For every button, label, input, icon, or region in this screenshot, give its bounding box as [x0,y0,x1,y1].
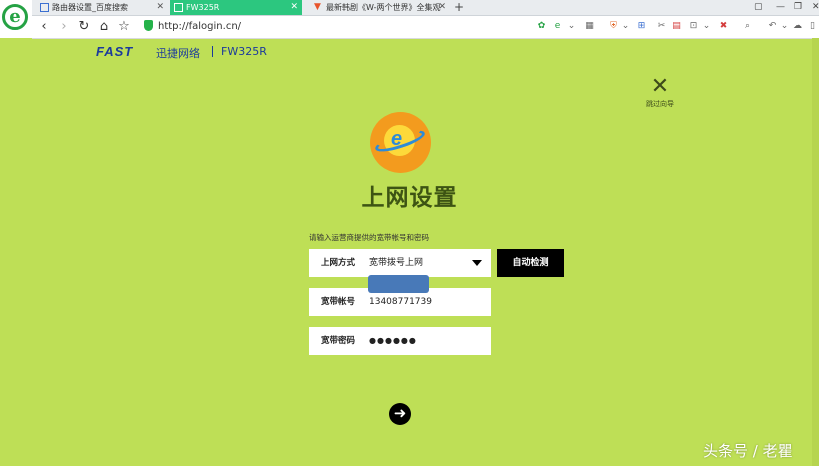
tab-title: 路由器设置_百度搜索 [52,3,128,12]
skip-wizard-button[interactable]: ✕ 跳过向导 [641,76,679,109]
page-icon [40,3,49,12]
page-title: 上网设置 [361,185,458,211]
magnifier-icon[interactable]: ⌕ [742,21,753,32]
tab-title: 最新韩剧《W-两个世界》全集观 [326,3,441,12]
page-icon [174,3,183,12]
nav-toolbar: ‹ › ↻ ⌂ ☆ http://falogin.cn/ ✿ e ⌄ ▦ ⛨ ⌄… [32,16,819,39]
security-shield-icon [144,20,153,31]
pdf-icon[interactable]: ▤ [671,21,682,32]
connection-type-label: 上网方式 [321,258,356,268]
bookmark-icon[interactable]: ⊡ [688,21,699,32]
dropdown-arrow-icon[interactable] [472,260,482,266]
browser-e-icon: e [2,4,28,30]
back-icon[interactable]: ‹ [36,19,52,35]
chevron-down-icon[interactable]: ⌄ [701,21,712,32]
account-label: 宽带帐号 [321,297,356,307]
new-tab-button[interactable]: + [454,0,464,14]
browser-logo: e [0,0,32,38]
password-label: 宽带密码 [321,336,356,346]
url-text[interactable]: http://falogin.cn/ [158,19,241,34]
chevron-down-icon[interactable]: ⌄ [620,21,631,32]
arrow-right-icon: ➜ [393,404,407,422]
brand-logo: FAST [96,44,134,59]
grid-icon[interactable]: ▦ [584,21,595,32]
tab-baidu-search[interactable]: 路由器设置_百度搜索 ✕ [36,0,168,15]
instruction-text: 请输入运营商提供的宽带帐号和密码 [309,233,429,242]
chevron-down-icon[interactable]: ⌄ [779,21,790,32]
phone-icon[interactable]: ▯ [807,21,818,32]
watermark-text: 头条号 / 老瞿 [703,442,793,460]
home-icon[interactable]: ⌂ [96,19,112,35]
e-icon[interactable]: e [552,21,563,32]
window-mode-icon[interactable]: ▢ [754,0,763,15]
scrollbar[interactable] [812,38,819,466]
cloud-icon[interactable]: ☁ [792,21,803,32]
shield-icon[interactable]: ⛨ [608,21,619,32]
refresh-icon[interactable]: ↻ [76,19,92,35]
minimize-icon[interactable]: — [776,0,785,15]
broadband-password-field[interactable]: 宽带密码 ●●●●●● [309,327,491,355]
model-name: FW325R [221,45,267,58]
brand-separator [212,46,213,57]
forward-icon[interactable]: › [56,19,72,35]
next-step-button[interactable]: ➜ [389,403,411,425]
connection-type-select[interactable]: 上网方式 宽带拨号上网 [309,249,491,277]
screenshot-icon[interactable]: ✂ [656,21,667,32]
auto-detect-button[interactable]: 自动检测 [497,249,564,277]
input-tooltip [368,275,429,293]
translate-icon[interactable]: ⊞ [636,21,647,32]
password-input[interactable]: ●●●●●● [369,327,417,355]
skip-wizard-label: 跳过向导 [646,100,674,108]
extension-red-icon[interactable]: ✖ [718,21,729,32]
tab-title: FW325R [186,3,220,12]
tab-close-icon[interactable]: ✕ [156,0,164,15]
brand-name: 迅捷网络 [156,47,200,60]
tab-close-icon[interactable]: ✕ [438,0,446,15]
video-icon: ▼ [314,2,321,12]
extension-icon[interactable]: ✿ [536,21,547,32]
tab-bar: 路由器设置_百度搜索 ✕ FW325R ✕ ▼ 最新韩剧《W-两个世界》全集观 … [32,0,819,16]
close-icon[interactable]: ✕ [641,76,679,98]
chevron-down-icon[interactable]: ⌄ [566,21,577,32]
favorite-star-icon[interactable]: ☆ [116,19,132,35]
tab-router[interactable]: FW325R ✕ [170,0,302,15]
undo-icon[interactable]: ↶ [767,21,778,32]
tab-close-icon[interactable]: ✕ [290,0,298,15]
close-window-icon[interactable]: ✕ [812,0,819,15]
connection-type-value[interactable]: 宽带拨号上网 [369,249,423,277]
restore-icon[interactable]: ❐ [794,0,802,15]
internet-globe-icon: e [370,112,431,173]
tab-video[interactable]: ▼ 最新韩剧《W-两个世界》全集观 ✕ [310,0,450,15]
address-bar[interactable]: http://falogin.cn/ [140,18,540,35]
